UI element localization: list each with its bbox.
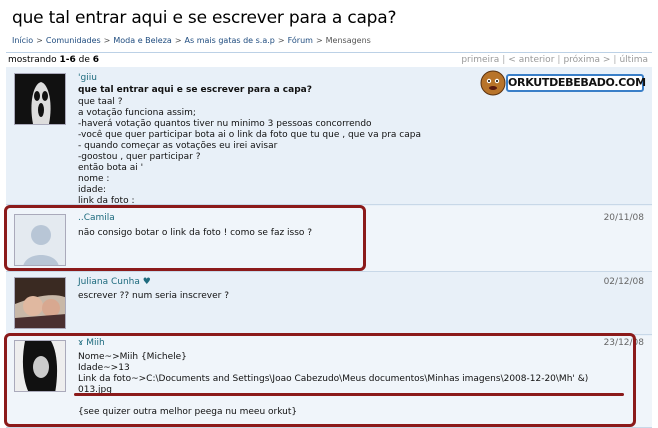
logo-text: ORKUTDEBEBADO.COM (506, 74, 646, 92)
breadcrumb-separator: > (174, 36, 182, 45)
post-body: Nome~>Miih {Michele} Idade~>13 Link da f… (78, 352, 589, 417)
pager: primeira | < anterior | próxima > | última (461, 55, 648, 65)
first-page-link[interactable]: primeira (461, 55, 499, 65)
post-author[interactable]: ..Camila (78, 213, 115, 223)
post-date: 02/12/08 (603, 277, 644, 287)
breadcrumb-comunidades[interactable]: Comunidades (46, 36, 101, 45)
post-item: Juliana Cunha ♥ 02/12/08 escrever ?? num… (6, 273, 652, 335)
post-item: ɤ Miih 23/12/08 Nome~>Miih {Michele} Ida… (6, 336, 652, 428)
breadcrumb-separator: > (103, 36, 111, 45)
showing-range: 1-6 (59, 55, 76, 65)
pagination-bar: mostrando 1-6 de 6 primeira | < anterior | p… (6, 52, 652, 67)
showing-total: 6 (92, 55, 100, 65)
breadcrumb: Início > Comunidades > Moda e Beleza > As mais… (12, 36, 371, 45)
post-body: escrever ?? num seria inscrever ? (78, 291, 229, 301)
last-page-link[interactable]: última (619, 55, 648, 65)
breadcrumb-separator: > (315, 36, 323, 45)
post-list: 'giiu que tal entrar aqui e se escrever … (6, 67, 652, 428)
post-date: 20/11/08 (603, 213, 644, 223)
page-title: que tal entrar aqui e se escrever para a… (12, 8, 397, 28)
breadcrumb-current: Mensagens (325, 36, 371, 45)
breadcrumb-forum[interactable]: Fórum (288, 36, 313, 45)
pager-separator: | (557, 55, 561, 65)
pager-separator: | (613, 55, 617, 65)
breadcrumb-community[interactable]: As mais gatas de s.a.p (185, 36, 275, 45)
next-page-link[interactable]: próxima > (563, 55, 610, 65)
default-avatar-icon (15, 215, 65, 265)
showing-prefix: mostrando (8, 55, 57, 65)
post-date: 23/12/08 (603, 338, 644, 348)
showing-count: mostrando 1-6 de 6 (8, 55, 99, 65)
showing-of: de (78, 55, 90, 65)
highlight-underline (74, 393, 624, 396)
user-photo-avatar-image (15, 341, 65, 391)
post-author[interactable]: 'giiu (78, 73, 97, 83)
user-photo-avatar-image (15, 278, 65, 328)
breadcrumb-inicio[interactable]: Início (12, 36, 33, 45)
breadcrumb-separator: > (36, 36, 43, 45)
prev-page-link[interactable]: < anterior (508, 55, 554, 65)
drunk-face-icon (480, 70, 506, 96)
scream-mask-avatar-image (15, 74, 65, 124)
post-body: que taal ? a votação funciona assim; -ha… (78, 97, 421, 206)
breadcrumb-moda-e-beleza[interactable]: Moda e Beleza (113, 36, 171, 45)
post-title: que tal entrar aqui e se escrever para a… (78, 85, 312, 95)
pager-separator: | (502, 55, 506, 65)
avatar[interactable] (14, 277, 66, 329)
post-author[interactable]: Juliana Cunha ♥ (78, 277, 151, 287)
post-item: ..Camila 20/11/08 não consigo botar o li… (6, 206, 652, 272)
avatar[interactable] (14, 73, 66, 125)
post-body: não consigo botar o link da foto ! como … (78, 228, 313, 238)
watermark-logo: ORKUTDEBEBADO.COM (480, 70, 648, 96)
avatar[interactable] (14, 340, 66, 392)
avatar[interactable] (14, 214, 66, 266)
post-author[interactable]: ɤ Miih (78, 338, 105, 348)
breadcrumb-separator: > (277, 36, 285, 45)
